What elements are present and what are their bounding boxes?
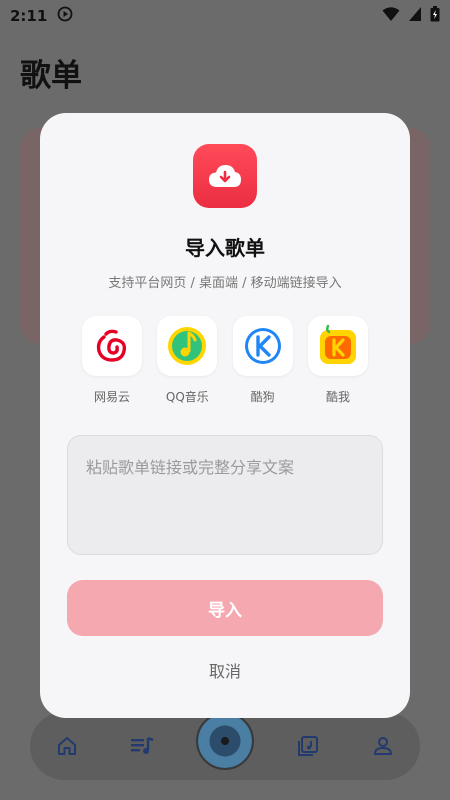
playlist-icon[interactable] — [122, 726, 162, 766]
profile-icon[interactable] — [363, 726, 403, 766]
cancel-button[interactable]: 取消 — [175, 655, 275, 685]
import-button[interactable]: 导入 — [67, 580, 383, 636]
page-title: 歌单 — [20, 58, 82, 94]
platform-list: 网易云 QQ音乐 酷狗 酷我 — [82, 316, 368, 405]
battery-icon — [430, 6, 440, 26]
platform-kugou[interactable]: 酷狗 — [232, 316, 293, 405]
qqmusic-icon[interactable] — [157, 316, 218, 376]
library-icon[interactable] — [288, 726, 328, 766]
media-play-icon — [57, 6, 73, 26]
kugou-icon[interactable] — [232, 316, 293, 376]
netease-icon[interactable] — [82, 316, 142, 376]
platform-label: QQ音乐 — [165, 390, 209, 404]
dialog-subtitle: 支持平台网页 / 桌面端 / 移动端链接导入 — [108, 276, 342, 291]
import-playlist-dialog: 导入歌单 支持平台网页 / 桌面端 / 移动端链接导入 网易云 QQ音乐 酷狗 … — [40, 113, 410, 718]
platform-label: 酷狗 — [250, 390, 275, 404]
cloud-download-icon — [193, 144, 257, 208]
home-icon[interactable] — [47, 726, 87, 766]
status-time: 2:11 — [10, 7, 48, 25]
status-bar: 2:11 — [0, 0, 450, 32]
platform-kuwo[interactable]: 酷我 — [307, 316, 368, 405]
platform-qqmusic[interactable]: QQ音乐 — [157, 316, 218, 405]
now-playing-disc[interactable] — [195, 712, 254, 770]
bottom-nav — [30, 712, 420, 780]
signal-icon — [408, 6, 422, 26]
platform-netease[interactable]: 网易云 — [82, 316, 142, 405]
playlist-link-input[interactable] — [67, 435, 383, 555]
kuwo-icon[interactable] — [307, 316, 368, 376]
platform-label: 网易云 — [93, 390, 130, 404]
platform-label: 酷我 — [325, 390, 350, 404]
wifi-icon — [382, 6, 400, 26]
dialog-title: 导入歌单 — [185, 236, 265, 260]
